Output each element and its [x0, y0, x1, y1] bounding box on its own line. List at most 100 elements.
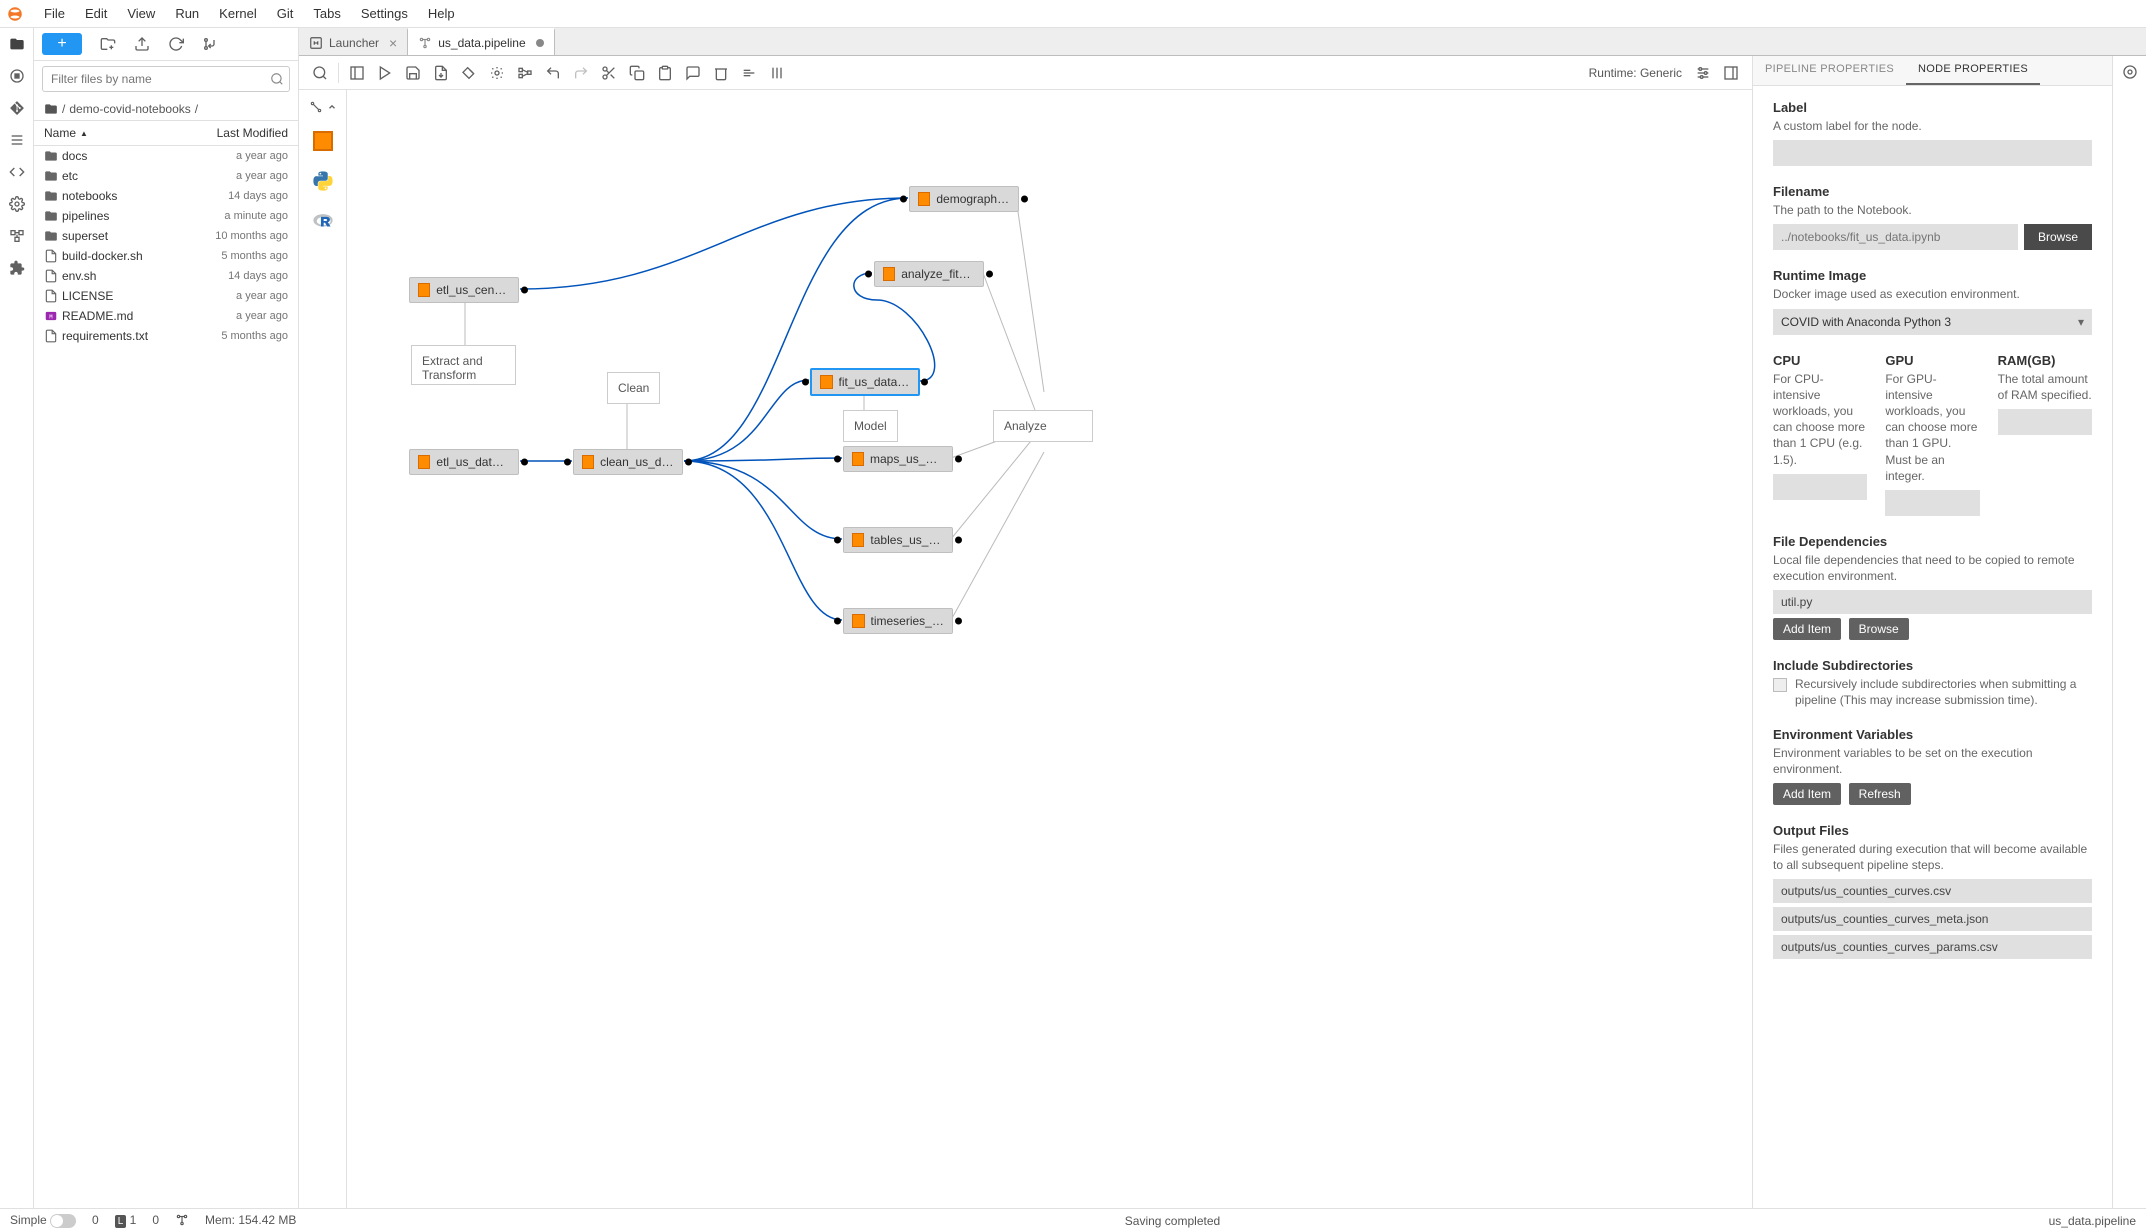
file-row[interactable]: superset10 months ago — [34, 226, 298, 246]
file-row[interactable]: etca year ago — [34, 166, 298, 186]
filename-input[interactable] — [1773, 224, 2018, 250]
menu-help[interactable]: Help — [418, 2, 465, 25]
git-pull-icon[interactable] — [202, 36, 218, 52]
activity-pipeline-icon[interactable] — [7, 226, 27, 246]
menu-git[interactable]: Git — [267, 2, 304, 25]
comment-icon[interactable] — [680, 60, 706, 86]
menu-run[interactable]: Run — [165, 2, 209, 25]
refresh-icon[interactable] — [168, 36, 184, 52]
col-modified-header[interactable]: Last Modified — [193, 126, 288, 140]
activity-toc-icon[interactable] — [7, 130, 27, 150]
tab-node-properties[interactable]: NODE PROPERTIES — [1906, 56, 2040, 85]
activity-extension-icon[interactable] — [7, 258, 27, 278]
simple-toggle[interactable]: Simple — [10, 1213, 76, 1228]
comment-model[interactable]: Model — [843, 410, 898, 442]
tab-pipeline-properties[interactable]: PIPELINE PROPERTIES — [1753, 56, 1906, 85]
activity-settings-icon[interactable] — [7, 194, 27, 214]
gpu-input[interactable] — [1885, 490, 1979, 516]
panel-toggle-icon[interactable] — [344, 60, 370, 86]
menubar: File Edit View Run Kernel Git Tabs Setti… — [0, 0, 2146, 28]
delete-icon[interactable] — [708, 60, 734, 86]
comment-clean[interactable]: Clean — [607, 372, 660, 404]
node-tables[interactable]: tables_us_dat... — [843, 527, 953, 553]
copy-icon[interactable] — [624, 60, 650, 86]
palette-python-icon[interactable] — [310, 168, 336, 194]
file-row[interactable]: notebooks14 days ago — [34, 186, 298, 206]
arrange-horizontal-icon[interactable] — [512, 60, 538, 86]
refresh-button[interactable]: Refresh — [1849, 783, 1911, 805]
col-name-header[interactable]: Name ▲ — [44, 126, 193, 140]
file-row[interactable]: docsa year ago — [34, 146, 298, 166]
menu-edit[interactable]: Edit — [75, 2, 117, 25]
file-row[interactable]: requirements.txt5 months ago — [34, 326, 298, 346]
add-item-button[interactable]: Add Item — [1773, 783, 1841, 805]
palette-collapse-icon[interactable] — [309, 100, 337, 114]
label-input[interactable] — [1773, 140, 2092, 166]
menu-kernel[interactable]: Kernel — [209, 2, 267, 25]
close-icon[interactable]: × — [389, 35, 397, 51]
env-vars-desc: Environment variables to be set on the e… — [1773, 745, 2092, 777]
ram-input[interactable] — [1998, 409, 2092, 435]
node-clean[interactable]: clean_us_data... — [573, 449, 683, 475]
activity-code-icon[interactable] — [7, 162, 27, 182]
filter-input[interactable] — [42, 66, 290, 92]
activity-git-icon[interactable] — [7, 98, 27, 118]
node-analyze-fit[interactable]: analyze_fit_us... — [874, 261, 984, 287]
upload-icon[interactable] — [134, 36, 150, 52]
save-icon[interactable] — [400, 60, 426, 86]
runtime-image-select[interactable]: COVID with Anaconda Python 3 — [1773, 309, 2092, 335]
palette-notebook-icon[interactable] — [310, 128, 336, 154]
output-item[interactable]: outputs/us_counties_curves.csv — [1773, 879, 2092, 903]
menu-file[interactable]: File — [34, 2, 75, 25]
tab-pipeline[interactable]: us_data.pipeline — [408, 28, 554, 55]
comment-analyze[interactable]: Analyze — [993, 410, 1093, 442]
node-maps[interactable]: maps_us_data... — [843, 446, 953, 472]
new-launcher-button[interactable]: + — [42, 33, 82, 55]
menu-view[interactable]: View — [117, 2, 165, 25]
activity-running-icon[interactable] — [7, 66, 27, 86]
new-folder-icon[interactable] — [100, 36, 116, 52]
browse-button[interactable]: Browse — [2024, 224, 2092, 250]
file-row[interactable]: build-docker.sh5 months ago — [34, 246, 298, 266]
breadcrumb[interactable]: / demo-covid-notebooks / — [34, 98, 298, 121]
cpu-input[interactable] — [1773, 474, 1867, 500]
pipeline-canvas[interactable]: etl_us_census... etl_us_data.ip... clean — [347, 90, 1752, 1208]
new-pipeline-icon[interactable] — [764, 60, 790, 86]
node-etl-census[interactable]: etl_us_census... — [409, 277, 519, 303]
redo-icon[interactable] — [568, 60, 594, 86]
file-row[interactable]: env.sh14 days ago — [34, 266, 298, 286]
browse-button[interactable]: Browse — [1849, 618, 1909, 640]
output-item[interactable]: outputs/us_counties_curves_params.csv — [1773, 935, 2092, 959]
file-row[interactable]: pipelinesa minute ago — [34, 206, 298, 226]
panel-right-toggle-icon[interactable] — [1718, 60, 1744, 86]
palette-r-icon[interactable] — [310, 208, 336, 234]
clear-icon[interactable] — [456, 60, 482, 86]
export-icon[interactable] — [428, 60, 454, 86]
comment-extract[interactable]: Extract and Transform — [411, 345, 516, 385]
menu-settings[interactable]: Settings — [351, 2, 418, 25]
file-name: docs — [62, 149, 193, 163]
runtime-config-icon[interactable] — [1690, 60, 1716, 86]
node-timeseries[interactable]: timeseries_us... — [843, 608, 953, 634]
file-dep-item[interactable]: util.py — [1773, 590, 2092, 614]
activity-folder-icon[interactable] — [7, 34, 27, 54]
node-fit[interactable]: fit_us_data.ip... — [810, 368, 920, 396]
property-inspector-icon[interactable] — [2120, 62, 2140, 82]
search-icon[interactable] — [307, 60, 333, 86]
run-icon[interactable] — [372, 60, 398, 86]
file-row[interactable]: MREADME.mda year ago — [34, 306, 298, 326]
paste-icon[interactable] — [652, 60, 678, 86]
open-file-icon[interactable] — [484, 60, 510, 86]
tab-launcher[interactable]: Launcher × — [299, 28, 408, 55]
undo-icon[interactable] — [540, 60, 566, 86]
node-etl-data[interactable]: etl_us_data.ip... — [409, 449, 519, 475]
status-file: us_data.pipeline — [2049, 1214, 2136, 1228]
file-row[interactable]: LICENSEa year ago — [34, 286, 298, 306]
add-item-button[interactable]: Add Item — [1773, 618, 1841, 640]
cut-icon[interactable] — [596, 60, 622, 86]
output-item[interactable]: outputs/us_counties_curves_meta.json — [1773, 907, 2092, 931]
subdirs-checkbox[interactable] — [1773, 678, 1787, 692]
arrange-vertical-icon[interactable] — [736, 60, 762, 86]
menu-tabs[interactable]: Tabs — [303, 2, 350, 25]
node-demographics[interactable]: demographics... — [909, 186, 1019, 212]
